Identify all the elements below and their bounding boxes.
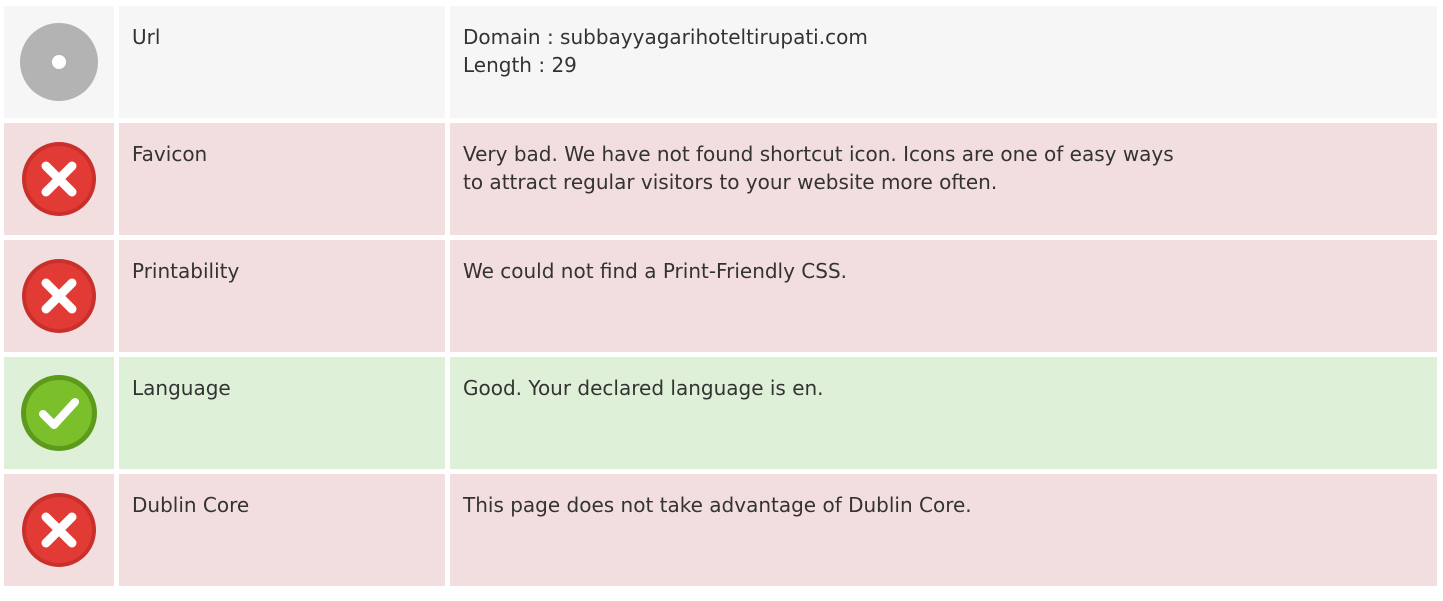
error-x-icon [22, 142, 96, 216]
url-domain-text: Domain : subbayyagarihoteltirupati.com [463, 25, 868, 49]
report-row-dublin-core: Dublin Core This page does not take adva… [4, 474, 1437, 586]
report-row-url: Url Domain : subbayyagarihoteltirupati.c… [4, 6, 1437, 118]
error-x-icon [22, 259, 96, 333]
description-line: This page does not take advantage of Dub… [463, 493, 972, 517]
status-icon-cell [4, 357, 114, 469]
error-x-icon [22, 493, 96, 567]
row-label: Favicon [119, 123, 445, 235]
row-label: Language [119, 357, 445, 469]
url-length-text: Length : 29 [463, 53, 577, 77]
row-description: We could not find a Print-Friendly CSS. [450, 240, 1437, 352]
status-icon-cell [4, 474, 114, 586]
status-icon-cell [4, 123, 114, 235]
description-line: to attract regular visitors to your webs… [463, 170, 998, 194]
row-description: Domain : subbayyagarihoteltirupati.com L… [450, 6, 1437, 118]
description-line: Good. Your declared language is en. [463, 376, 824, 400]
row-description: This page does not take advantage of Dub… [450, 474, 1437, 586]
report-row-printability: Printability We could not find a Print-F… [4, 240, 1437, 352]
description-line: We could not find a Print-Friendly CSS. [463, 259, 848, 283]
row-description: Very bad. We have not found shortcut ico… [450, 123, 1437, 235]
status-icon-cell [4, 240, 114, 352]
seo-report-table: Url Domain : subbayyagarihoteltirupati.c… [4, 6, 1437, 591]
status-icon-cell [4, 6, 114, 118]
row-description: Good. Your declared language is en. [450, 357, 1437, 469]
neutral-circle-icon [20, 23, 98, 101]
report-row-language: Language Good. Your declared language is… [4, 357, 1437, 469]
row-label: Printability [119, 240, 445, 352]
row-label: Url [119, 6, 445, 118]
row-label: Dublin Core [119, 474, 445, 586]
success-check-icon [21, 375, 97, 451]
description-line: Very bad. We have not found shortcut ico… [463, 142, 1174, 166]
report-row-favicon: Favicon Very bad. We have not found shor… [4, 123, 1437, 235]
